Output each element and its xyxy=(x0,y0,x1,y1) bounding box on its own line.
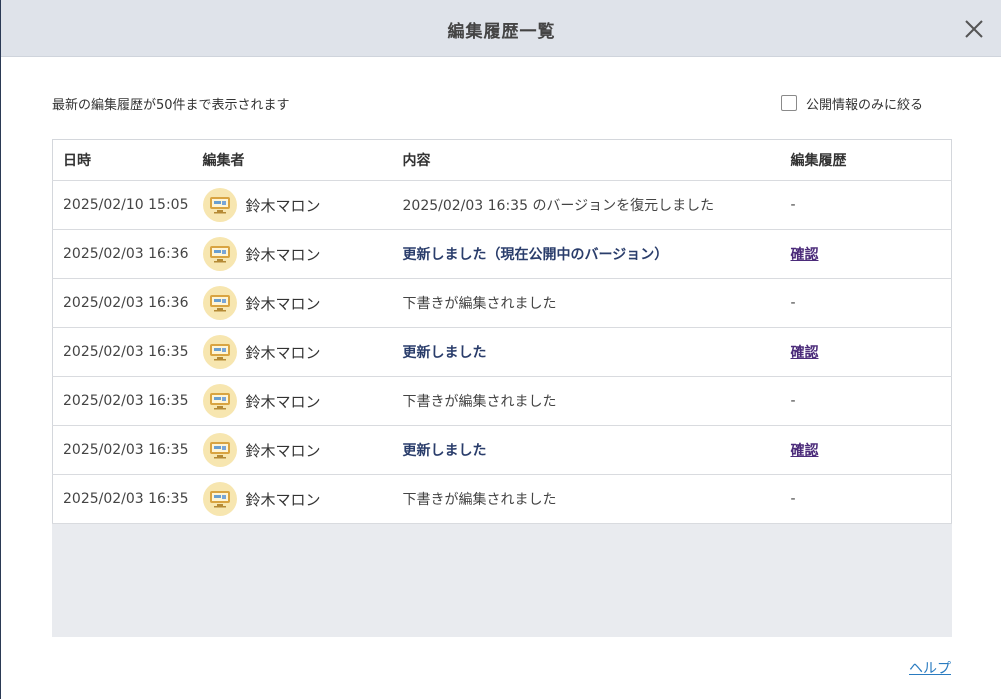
computer-avatar-icon xyxy=(202,335,237,369)
cell-editor: 鈴木マロン xyxy=(202,474,403,524)
cell-editor: 鈴木マロン xyxy=(202,327,403,377)
content-text: 更新しました（現在公開中のバージョン） xyxy=(402,247,669,263)
computer-avatar-icon xyxy=(202,286,237,320)
cell-content: 更新しました xyxy=(402,425,791,475)
cell-editor: 鈴木マロン xyxy=(202,425,403,475)
cell-datetime: 2025/02/03 16:36 xyxy=(52,278,203,328)
table-row: 2025/02/10 15:05 鈴木マロン 2025/02/03 16:35 のバ… xyxy=(52,180,952,230)
column-header-content: 内容 xyxy=(402,139,791,181)
confirm-link[interactable]: 確認 xyxy=(791,345,819,361)
cell-editor: 鈴木マロン xyxy=(202,229,403,279)
content-text: 更新しました xyxy=(402,443,487,459)
editor-name: 鈴木マロン xyxy=(245,196,321,215)
cell-history[interactable]: 確認 xyxy=(790,425,952,475)
editor: 鈴木マロン xyxy=(202,482,403,516)
cell-history: - xyxy=(790,278,952,328)
cell-datetime: 2025/02/03 16:35 xyxy=(52,376,203,426)
editor: 鈴木マロン xyxy=(202,384,403,418)
cell-content: 下書きが編集されました xyxy=(402,278,791,328)
editor-name: 鈴木マロン xyxy=(245,441,321,460)
modal-header: 編集履歴一覧 xyxy=(1,0,1001,57)
cell-editor: 鈴木マロン xyxy=(202,278,403,328)
cell-editor: 鈴木マロン xyxy=(202,180,403,230)
public-only-checkbox[interactable] xyxy=(781,95,797,111)
column-header-history: 編集履歴 xyxy=(790,139,952,181)
cell-history[interactable]: 確認 xyxy=(790,229,952,279)
table-row: 2025/02/03 16:36 鈴木マロン 下書きが編集されました - xyxy=(52,278,952,328)
computer-avatar-icon xyxy=(202,433,237,467)
cell-content: 下書きが編集されました xyxy=(402,376,791,426)
confirm-link[interactable]: 確認 xyxy=(791,247,819,263)
column-header-editor: 編集者 xyxy=(202,139,403,181)
cell-content: 2025/02/03 16:35 のバージョンを復元しました xyxy=(402,180,791,230)
content-text: 下書きが編集されました xyxy=(402,492,557,508)
close-icon xyxy=(965,20,983,38)
table-row: 2025/02/03 16:35 鈴木マロン 更新しました 確認 xyxy=(52,425,952,475)
history-table: 日時 編集者 内容 編集履歴 2025/02/10 15:05 鈴木マロン 2025… xyxy=(52,139,952,524)
table-row: 2025/02/03 16:35 鈴木マロン 下書きが編集されました - xyxy=(52,474,952,524)
editor-name: 鈴木マロン xyxy=(245,343,321,362)
edit-history-modal: 編集履歴一覧 最新の編集履歴が50件まで表示されます 公開情報のみに絞る 日時 … xyxy=(0,0,1001,699)
editor-name: 鈴木マロン xyxy=(245,392,321,411)
cell-history: - xyxy=(790,180,952,230)
cell-editor: 鈴木マロン xyxy=(202,376,403,426)
confirm-link[interactable]: 確認 xyxy=(791,443,819,459)
history-limit-note: 最新の編集履歴が50件まで表示されます xyxy=(52,98,290,113)
computer-avatar-icon xyxy=(202,188,237,222)
editor: 鈴木マロン xyxy=(202,335,403,369)
table-row: 2025/02/03 16:35 鈴木マロン 下書きが編集されました - xyxy=(52,376,952,426)
cell-datetime: 2025/02/03 16:35 xyxy=(52,327,203,377)
cell-history: - xyxy=(790,376,952,426)
help-link[interactable]: ヘルプ xyxy=(909,658,951,678)
table-row: 2025/02/03 16:36 鈴木マロン 更新しました（現在公開中のバージョン）… xyxy=(52,229,952,279)
content-text: 2025/02/03 16:35 のバージョンを復元しました xyxy=(402,198,715,214)
editor: 鈴木マロン xyxy=(202,237,403,271)
editor: 鈴木マロン xyxy=(202,433,403,467)
content-text: 更新しました xyxy=(402,345,487,361)
computer-avatar-icon xyxy=(202,237,237,271)
table-row: 2025/02/03 16:35 鈴木マロン 更新しました 確認 xyxy=(52,327,952,377)
editor-name: 鈴木マロン xyxy=(245,294,321,313)
column-header-datetime: 日時 xyxy=(52,139,203,181)
no-history-text: - xyxy=(790,197,796,213)
close-button[interactable] xyxy=(961,16,987,42)
content-text: 下書きが編集されました xyxy=(402,296,557,312)
cell-history[interactable]: 確認 xyxy=(790,327,952,377)
cell-content: 下書きが編集されました xyxy=(402,474,791,524)
cell-datetime: 2025/02/03 16:35 xyxy=(52,474,203,524)
public-only-label: 公開情報のみに絞る xyxy=(806,97,924,113)
no-history-text: - xyxy=(790,295,796,311)
cell-content: 更新しました（現在公開中のバージョン） xyxy=(402,229,791,279)
cell-datetime: 2025/02/03 16:36 xyxy=(52,229,203,279)
editor: 鈴木マロン xyxy=(202,188,403,222)
history-table-container: 日時 編集者 内容 編集履歴 2025/02/10 15:05 鈴木マロン 2025… xyxy=(52,139,952,637)
cell-datetime: 2025/02/03 16:35 xyxy=(52,425,203,475)
computer-avatar-icon xyxy=(202,482,237,516)
editor-name: 鈴木マロン xyxy=(245,245,321,264)
content-text: 下書きが編集されました xyxy=(402,394,557,410)
public-only-filter[interactable]: 公開情報のみに絞る xyxy=(781,94,924,113)
table-header-row: 日時 編集者 内容 編集履歴 xyxy=(52,139,952,181)
editor: 鈴木マロン xyxy=(202,286,403,320)
cell-history: - xyxy=(790,474,952,524)
cell-datetime: 2025/02/10 15:05 xyxy=(52,180,203,230)
modal-title: 編集履歴一覧 xyxy=(447,22,556,42)
no-history-text: - xyxy=(790,393,796,409)
editor-name: 鈴木マロン xyxy=(245,490,321,509)
cell-content: 更新しました xyxy=(402,327,791,377)
computer-avatar-icon xyxy=(202,384,237,418)
no-history-text: - xyxy=(790,491,796,507)
